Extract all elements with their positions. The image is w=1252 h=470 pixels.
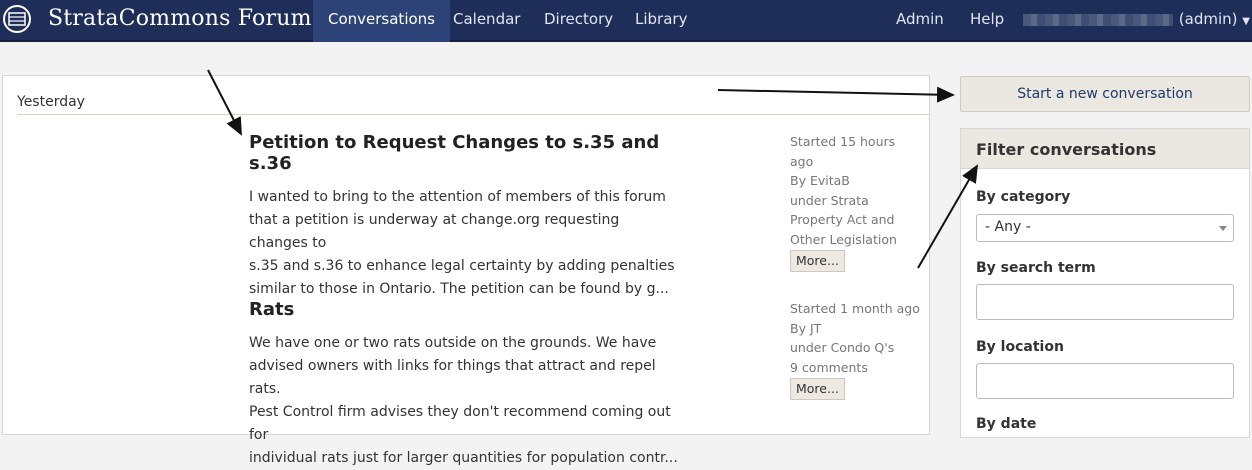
meta-comments[interactable]: 9 comments (790, 358, 920, 378)
nav-library[interactable]: Library (620, 0, 702, 42)
more-button[interactable]: More... (790, 250, 845, 272)
filter-panel: Filter conversations By category - Any -… (960, 128, 1250, 438)
location-input[interactable] (976, 363, 1234, 399)
meta-started: Started 15 hours ago (790, 134, 896, 169)
top-navbar: StrataCommons Forum Conversations Calend… (0, 0, 1252, 42)
logo-icon[interactable] (2, 4, 32, 34)
filter-title: Filter conversations (961, 129, 1249, 169)
meta-category-cont[interactable]: Other Legislation (790, 230, 920, 250)
category-select[interactable]: - Any - (976, 214, 1234, 242)
search-term-label: By search term (976, 260, 1096, 276)
conversation-title[interactable]: Petition to Request Changes to s.35 and … (249, 132, 679, 174)
nav-help[interactable]: Help (955, 0, 1019, 42)
conversation-item: Petition to Request Changes to s.35 and … (249, 132, 679, 301)
conversation-meta: Started 1 month ago By JT under Condo Q'… (790, 299, 920, 400)
location-label: By location (976, 339, 1064, 355)
meta-category[interactable]: under Condo Q's (790, 338, 920, 358)
group-divider (17, 114, 929, 115)
conversation-list-panel: Yesterday Petition to Request Changes to… (2, 75, 930, 466)
dropdown-caret-icon: ▼ (1242, 16, 1250, 27)
meta-category[interactable]: under Strata (790, 191, 920, 211)
meta-started: Started 1 month ago (790, 301, 920, 316)
nav-admin[interactable]: Admin (881, 0, 959, 42)
category-label: By category (976, 189, 1071, 205)
nav-directory[interactable]: Directory (529, 0, 628, 42)
group-label: Yesterday (17, 94, 85, 110)
meta-author[interactable]: By EvitaB (790, 171, 920, 191)
nav-calendar[interactable]: Calendar (438, 0, 535, 42)
conversation-title[interactable]: Rats (249, 299, 679, 320)
chevron-down-icon (1219, 226, 1227, 231)
meta-author[interactable]: By JT (790, 319, 920, 339)
meta-category-cont[interactable]: Property Act and (790, 210, 920, 230)
conversation-meta: Started 15 hours ago By EvitaB under Str… (790, 132, 920, 272)
search-term-input[interactable] (976, 284, 1234, 320)
category-select-value: - Any - (985, 219, 1031, 235)
start-conversation-button[interactable]: Start a new conversation (960, 76, 1250, 112)
brand-title[interactable]: StrataCommons Forum (48, 6, 312, 31)
conversation-excerpt: I wanted to bring to the attention of me… (249, 189, 675, 297)
nav-conversations[interactable]: Conversations (313, 0, 450, 42)
user-role: (admin) (1178, 10, 1238, 28)
redacted-username (1022, 13, 1173, 26)
user-menu[interactable]: (admin) ▼ (1022, 0, 1250, 42)
more-button[interactable]: More... (790, 378, 845, 400)
conversation-item: Rats We have one or two rats outside on … (249, 299, 679, 470)
conversation-excerpt: We have one or two rats outside on the g… (249, 335, 678, 466)
